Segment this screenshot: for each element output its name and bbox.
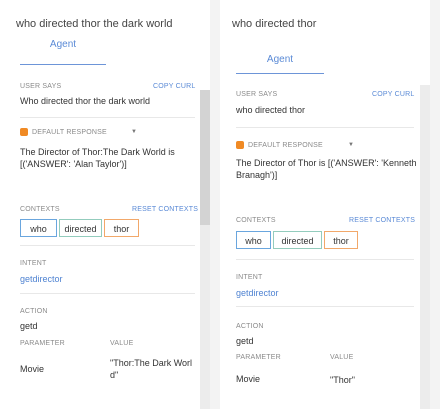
- action-value: getd: [20, 321, 38, 331]
- context-chip-thor[interactable]: thor: [324, 231, 358, 249]
- context-chip-thor[interactable]: thor: [104, 219, 139, 237]
- intent-label: INTENT: [236, 274, 263, 281]
- context-chip-directed[interactable]: directed: [59, 219, 102, 237]
- query-text: who directed thor the dark world: [16, 18, 173, 30]
- response-text-line2: [('ANSWER': 'Alan Taylor')]: [20, 159, 127, 169]
- parameter-header: PARAMETER: [20, 340, 65, 347]
- reset-contexts-button[interactable]: RESET CONTEXTS: [132, 206, 198, 213]
- action-label: ACTION: [20, 308, 48, 315]
- parameter-value-line2: d": [110, 370, 119, 380]
- left-test-panel: who directed thor the dark world Agent U…: [0, 0, 210, 409]
- divider: [236, 306, 414, 307]
- user-says-value: Who directed thor the dark world: [20, 96, 151, 106]
- tab-agent[interactable]: Agent: [20, 39, 106, 50]
- default-response-label: DEFAULT RESPONSE: [32, 129, 107, 136]
- response-text-line1: The Director of Thor:The Dark World is: [20, 147, 175, 157]
- response-text-line2: Branagh')]: [236, 170, 278, 180]
- user-says-value: who directed thor: [236, 105, 306, 115]
- intent-label: INTENT: [20, 260, 47, 267]
- copy-curl-button[interactable]: COPY CURL: [153, 83, 196, 90]
- divider: [20, 245, 195, 246]
- scrollbar-thumb[interactable]: [420, 85, 430, 409]
- user-says-label: USER SAYS: [20, 83, 62, 90]
- intent-link[interactable]: getdirector: [20, 273, 63, 285]
- context-chip-directed[interactable]: directed: [273, 231, 322, 249]
- scrollbar-thumb[interactable]: [200, 90, 210, 225]
- value-header: VALUE: [330, 354, 354, 361]
- copy-curl-button[interactable]: COPY CURL: [372, 91, 415, 98]
- action-value: getd: [236, 336, 254, 346]
- default-response-icon: [236, 141, 244, 149]
- scrollbar-track[interactable]: [200, 90, 210, 409]
- contexts-label: CONTEXTS: [236, 217, 276, 224]
- parameter-name: Movie: [236, 374, 261, 384]
- divider: [20, 117, 195, 118]
- context-chip-who[interactable]: who: [20, 219, 57, 237]
- chevron-down-icon[interactable]: ▼: [348, 142, 354, 148]
- right-test-panel: who directed thor Agent USER SAYS COPY C…: [220, 0, 430, 409]
- divider: [236, 259, 414, 260]
- default-response-label: DEFAULT RESPONSE: [248, 142, 323, 149]
- query-input[interactable]: who directed thor: [220, 0, 430, 50]
- divider: [20, 293, 195, 294]
- intent-link[interactable]: getdirector: [236, 287, 279, 299]
- tab-agent-underline: [20, 64, 106, 65]
- parameter-name: Movie: [20, 364, 45, 374]
- chevron-down-icon[interactable]: ▼: [131, 129, 137, 135]
- reset-contexts-button[interactable]: RESET CONTEXTS: [349, 217, 415, 224]
- divider: [236, 127, 414, 128]
- value-header: VALUE: [110, 340, 134, 347]
- user-says-label: USER SAYS: [236, 91, 278, 98]
- default-response-icon: [20, 128, 28, 136]
- parameter-value-line1: "Thor:The Dark Worl: [110, 358, 193, 368]
- parameter-value: "Thor": [330, 375, 355, 385]
- context-chip-who[interactable]: who: [236, 231, 271, 249]
- contexts-label: CONTEXTS: [20, 206, 60, 213]
- tab-agent-underline: [236, 73, 324, 74]
- response-text-line1: The Director of Thor is [('ANSWER': 'Ken…: [236, 158, 417, 168]
- action-label: ACTION: [236, 323, 264, 330]
- query-text: who directed thor: [232, 18, 317, 30]
- parameter-header: PARAMETER: [236, 354, 281, 361]
- scrollbar-track[interactable]: [420, 85, 430, 409]
- tab-agent[interactable]: Agent: [236, 54, 324, 65]
